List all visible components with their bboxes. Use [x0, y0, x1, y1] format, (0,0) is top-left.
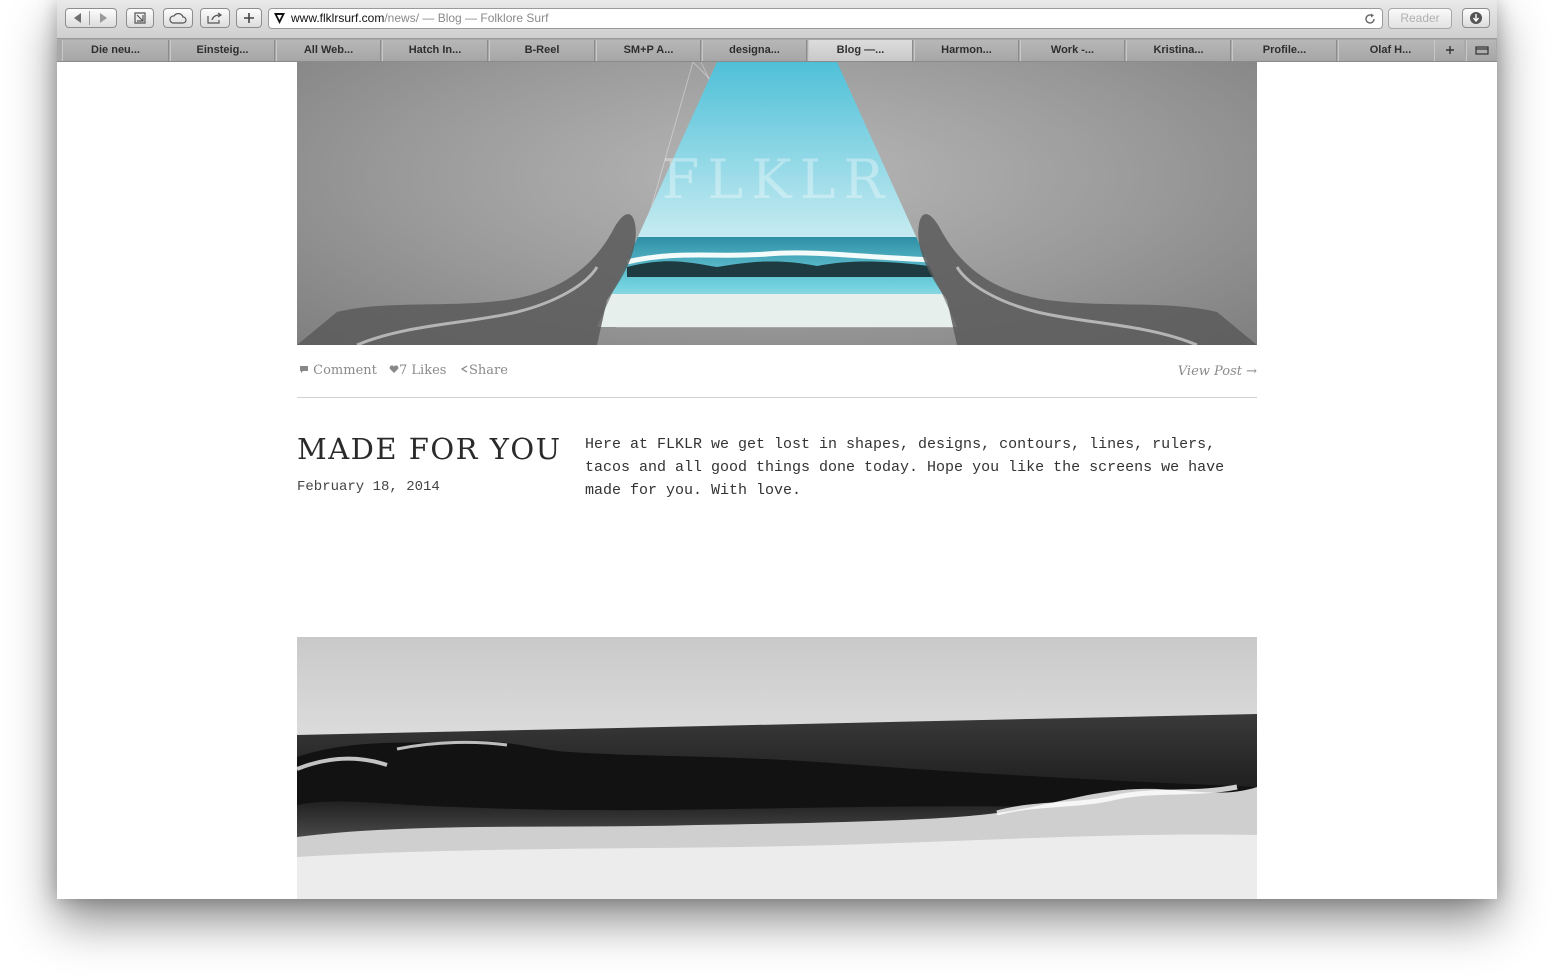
- new-tab-button[interactable]: [236, 8, 262, 28]
- view-post-link[interactable]: View Post →: [1178, 364, 1257, 379]
- likes-link[interactable]: 7 Likes: [389, 363, 446, 378]
- hero-logo: FLKLR: [661, 148, 893, 211]
- url-path: /news/: [384, 11, 420, 25]
- forward-icon[interactable]: [97, 12, 109, 24]
- top-sites-icon: [134, 12, 146, 24]
- add-tab-button[interactable]: [1434, 40, 1464, 61]
- page-title: — Blog — Folklore Surf: [419, 11, 549, 25]
- share-arrow-icon: [459, 363, 469, 378]
- share-icon: [207, 12, 223, 24]
- back-forward-control: [65, 8, 117, 28]
- address-text: www.flklrsurf.com/news/ — Blog — Folklor…: [291, 9, 548, 28]
- cloud-icon: [169, 12, 187, 24]
- post-date: February 18, 2014: [297, 479, 440, 495]
- post-title[interactable]: MADE FOR YOU: [297, 432, 562, 466]
- tab[interactable]: Olaf H...: [1338, 40, 1443, 61]
- top-sites-button[interactable]: [126, 8, 154, 28]
- site-favicon-icon: [273, 12, 286, 28]
- comment-link[interactable]: Comment: [299, 363, 377, 378]
- post-body: Here at FLKLR we get lost in shapes, des…: [585, 436, 1225, 499]
- reload-icon[interactable]: [1364, 12, 1376, 28]
- wave-image: [297, 637, 1257, 899]
- likes-label: 7 Likes: [399, 363, 447, 378]
- share-button[interactable]: [200, 8, 230, 28]
- share-label: Share: [469, 363, 508, 378]
- tab[interactable]: designa...: [702, 40, 807, 61]
- heart-icon: [389, 363, 399, 378]
- post-meta-bar: Comment 7 Likes Share View Post →: [297, 356, 1257, 398]
- download-icon: [1469, 11, 1483, 25]
- tab-active[interactable]: Blog —...: [808, 40, 913, 61]
- tab-bar: Die neu... Einsteig... All Web... Hatch …: [57, 39, 1497, 62]
- tab[interactable]: Die neu...: [62, 40, 169, 61]
- icloud-tabs-button[interactable]: [163, 8, 193, 28]
- back-icon[interactable]: [72, 12, 84, 24]
- web-page: FLKLR Comment 7 Likes Share View Post →: [57, 62, 1497, 899]
- tab[interactable]: B-Reel: [489, 40, 595, 61]
- comment-label: Comment: [313, 363, 377, 378]
- tab[interactable]: Harmon...: [914, 40, 1019, 61]
- browser-window: www.flklrsurf.com/news/ — Blog — Folklor…: [57, 0, 1497, 899]
- downloads-button[interactable]: [1462, 8, 1490, 28]
- tab-overview-button[interactable]: [1466, 40, 1496, 61]
- tab-overview-icon: [1474, 44, 1489, 58]
- url-domain: www.flklrsurf.com: [291, 11, 385, 25]
- tab[interactable]: Kristina...: [1126, 40, 1231, 61]
- tab[interactable]: Hatch In...: [382, 40, 488, 61]
- tab[interactable]: Einsteig...: [170, 40, 275, 61]
- browser-toolbar: www.flklrsurf.com/news/ — Blog — Folklor…: [57, 0, 1497, 39]
- tab[interactable]: All Web...: [276, 40, 381, 61]
- share-link[interactable]: Share: [459, 363, 508, 378]
- reader-button[interactable]: Reader: [1388, 8, 1452, 29]
- plus-icon: [243, 12, 255, 24]
- address-bar[interactable]: www.flklrsurf.com/news/ — Blog — Folklor…: [268, 8, 1383, 29]
- tab[interactable]: SM+P A...: [596, 40, 701, 61]
- comment-icon: [299, 363, 309, 378]
- tab[interactable]: Profile...: [1232, 40, 1337, 61]
- tab[interactable]: Work -...: [1020, 40, 1125, 61]
- hero-image: FLKLR: [297, 62, 1257, 345]
- plus-icon: [1445, 44, 1455, 58]
